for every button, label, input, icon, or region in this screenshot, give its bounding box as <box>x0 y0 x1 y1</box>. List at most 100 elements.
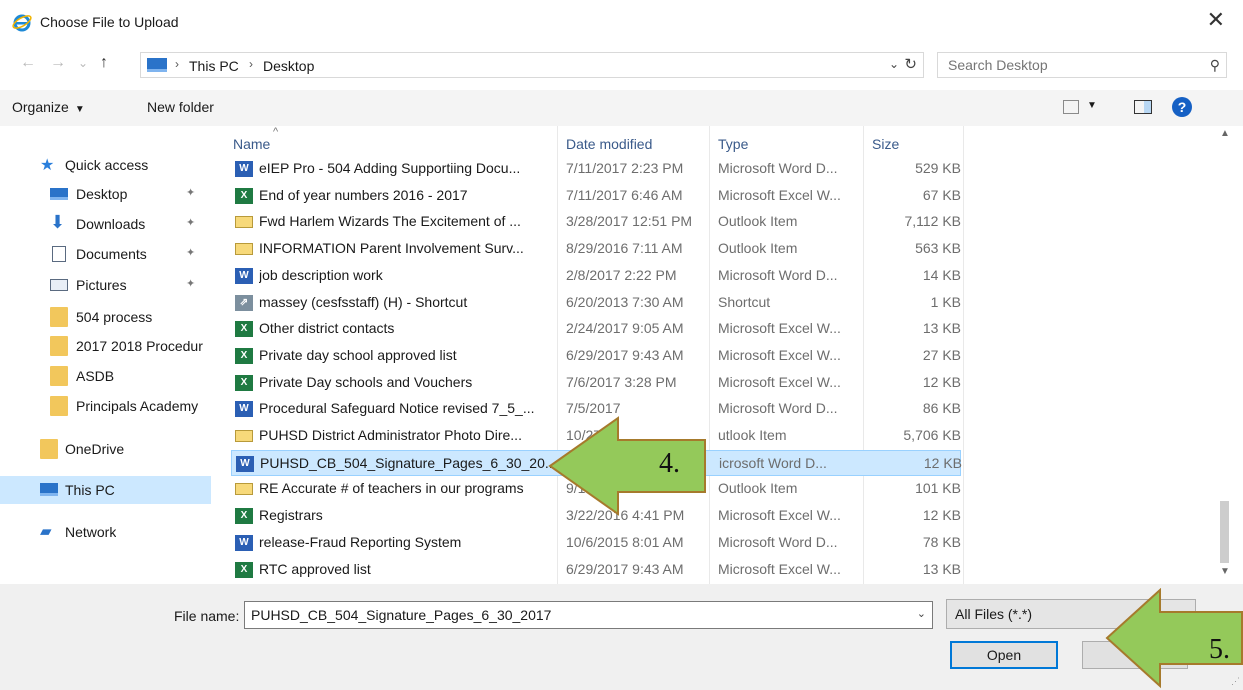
sidebar-item-documents[interactable]: Documents ✦ <box>0 240 211 268</box>
pin-icon: ✦ <box>186 217 196 229</box>
column-header-date[interactable]: Date modified <box>566 136 652 152</box>
help-icon[interactable]: ? <box>1172 97 1192 117</box>
file-size: 86 KB <box>922 400 961 417</box>
view-options-icon[interactable] <box>1063 100 1079 114</box>
sidebar-item-onedrive[interactable]: OneDrive <box>0 435 211 463</box>
close-icon[interactable]: ✕ <box>1207 9 1225 31</box>
organize-button[interactable]: Organize ▼ <box>12 99 85 115</box>
file-date-modified: 8/29/2016 7:11 AM <box>566 240 683 257</box>
sidebar-item-label: Documents <box>76 246 147 262</box>
file-date-modified: 3/28/2017 12:51 PM <box>566 213 693 230</box>
search-icon[interactable]: ⚲ <box>1210 57 1220 74</box>
file-row[interactable]: X Private day school approved list 6/29/20… <box>231 343 961 369</box>
file-type: utlook Item <box>718 427 787 443</box>
file-type: Microsoft Excel W... <box>718 507 841 524</box>
file-name: RE Accurate # of teachers in our program… <box>259 480 524 497</box>
file-name-input[interactable] <box>251 603 901 627</box>
sidebar-item-desktop[interactable]: Desktop ✦ <box>0 180 211 208</box>
file-date-modified: 6/29/2017 9:43 AM <box>566 346 684 363</box>
file-row[interactable]: WeIEP Pro - 504 Adding Supportiing Docu.… <box>231 156 961 182</box>
search-input[interactable] <box>948 54 1188 76</box>
file-type: Microsoft Excel W... <box>718 186 841 203</box>
file-size: 1 KB <box>930 293 961 310</box>
sidebar-item-label: ASDB <box>76 368 115 384</box>
address-dropdown-icon[interactable]: ⌄ <box>889 57 899 71</box>
column-header-name[interactable]: Name <box>233 136 270 152</box>
file-row[interactable]: X End of year numbers 2016 - 2017 7/11/201… <box>231 183 961 209</box>
file-name: End of year numbers 2016 - 2017 <box>259 186 468 203</box>
sidebar-item-quick-access[interactable]: ★ Quick access <box>0 151 211 179</box>
excel-file-icon: X <box>235 321 253 338</box>
file-row[interactable]: X RTC approved list 6/29/2017 9:43 AM Micro… <box>231 557 961 583</box>
step-5-label: 5. <box>1209 634 1230 665</box>
sidebar-item-this-pc[interactable]: This PC <box>0 476 211 504</box>
forward-icon[interactable]: → <box>50 54 66 72</box>
file-name: job description work <box>259 266 383 283</box>
scroll-down-icon[interactable]: ▼ <box>1220 566 1230 577</box>
column-header-type[interactable]: Type <box>718 136 748 152</box>
file-row[interactable]: Wjob description work 2/8/2017 2:22 PM Mic… <box>231 263 961 289</box>
sidebar-item-asdb[interactable]: ASDB <box>0 362 211 390</box>
star-icon: ★ <box>40 157 55 174</box>
word-file-icon: W <box>235 401 253 418</box>
new-folder-button[interactable]: New folder <box>147 99 214 115</box>
file-name-field[interactable]: ⌄ <box>244 601 933 629</box>
sidebar-item-label: 2017 2018 Procedur <box>76 338 203 354</box>
sidebar-item-network[interactable]: ▰ Network <box>0 518 211 546</box>
scrollbar-thumb[interactable] <box>1220 501 1229 563</box>
sidebar-item-pictures[interactable]: Pictures ✦ <box>0 271 211 299</box>
up-icon[interactable]: ↑ <box>100 54 108 72</box>
file-type: Outlook Item <box>718 240 798 257</box>
breadcrumb-this-pc[interactable]: This PC <box>189 58 239 74</box>
chevron-down-icon[interactable]: ⌄ <box>917 607 926 620</box>
file-row[interactable]: Fwd Harlem Wizards The Excitement of ...… <box>231 209 961 235</box>
file-row[interactable]: INFORMATION Parent Involvement Surv... 8/… <box>231 236 961 262</box>
file-type: Microsoft Excel W... <box>718 560 841 577</box>
file-row[interactable]: X Private Day schools and Vouchers 7/6/201… <box>231 370 961 396</box>
file-row[interactable]: X Other district contacts 2/24/2017 9:05 A… <box>231 316 961 342</box>
sidebar-item-downloads[interactable]: ⬇ Downloads ✦ <box>0 210 211 238</box>
file-type: Microsoft Word D... <box>718 266 838 283</box>
file-size: 67 KB <box>922 186 961 203</box>
sidebar-item-504-process[interactable]: 504 process <box>0 303 211 331</box>
file-size: 27 KB <box>922 346 961 363</box>
outlook-item-icon <box>235 243 253 256</box>
search-box[interactable]: ⚲ <box>937 52 1227 78</box>
refresh-icon[interactable]: ↻ <box>904 55 917 73</box>
word-file-icon: W <box>235 267 253 284</box>
file-size: 5,706 KB <box>903 427 961 443</box>
file-name: PUHSD_CB_504_Signature_Pages_6_30_20... <box>260 454 557 471</box>
address-bar[interactable]: › This PC › Desktop ⌄ ↻ <box>140 52 924 78</box>
column-header-size[interactable]: Size <box>872 136 899 152</box>
file-date-modified: 2/8/2017 2:22 PM <box>566 266 677 283</box>
file-name: Fwd Harlem Wizards The Excitement of ... <box>259 213 521 230</box>
pc-icon <box>40 483 58 496</box>
file-name: Registrars <box>259 507 323 524</box>
file-size: 12 KB <box>922 373 961 390</box>
recent-locations-icon[interactable]: ⌄ <box>78 56 88 70</box>
breadcrumb-desktop[interactable]: Desktop <box>263 58 314 74</box>
file-type: icrosoft Word D... <box>719 454 827 471</box>
file-row[interactable]: ⇗ massey (cesfsstaff) (H) - Shortcut 6/20/… <box>231 290 961 316</box>
sidebar-item-2017-2018-procedur[interactable]: 2017 2018 Procedur <box>0 332 211 360</box>
word-file-icon: W <box>235 534 253 551</box>
vertical-scrollbar[interactable]: ▲ ▼ <box>1217 126 1232 584</box>
file-size: 14 KB <box>922 266 961 283</box>
sort-ascending-icon: ^ <box>273 126 279 138</box>
excel-file-icon: X <box>235 374 253 391</box>
column-divider[interactable] <box>963 126 964 584</box>
file-name-label: File name: <box>174 608 240 624</box>
shortcut-icon: ⇗ <box>235 294 253 311</box>
word-file-icon: W <box>236 455 254 472</box>
file-date-modified: 7/5/2017 <box>566 400 621 417</box>
sidebar-item-principals-academy[interactable]: Principals Academy <box>0 392 211 420</box>
chevron-down-icon[interactable]: ▼ <box>1087 100 1097 111</box>
open-button[interactable]: Open <box>950 641 1058 669</box>
preview-pane-icon[interactable] <box>1134 100 1152 114</box>
sidebar-item-label: This PC <box>65 482 115 498</box>
back-icon[interactable]: ← <box>20 54 36 72</box>
navigation-pane: ★ Quick access Desktop ✦ ⬇ Downloads ✦ D… <box>0 126 211 584</box>
scroll-up-icon[interactable]: ▲ <box>1220 128 1230 139</box>
file-name: Other district contacts <box>259 320 395 337</box>
excel-file-icon: X <box>235 508 253 525</box>
